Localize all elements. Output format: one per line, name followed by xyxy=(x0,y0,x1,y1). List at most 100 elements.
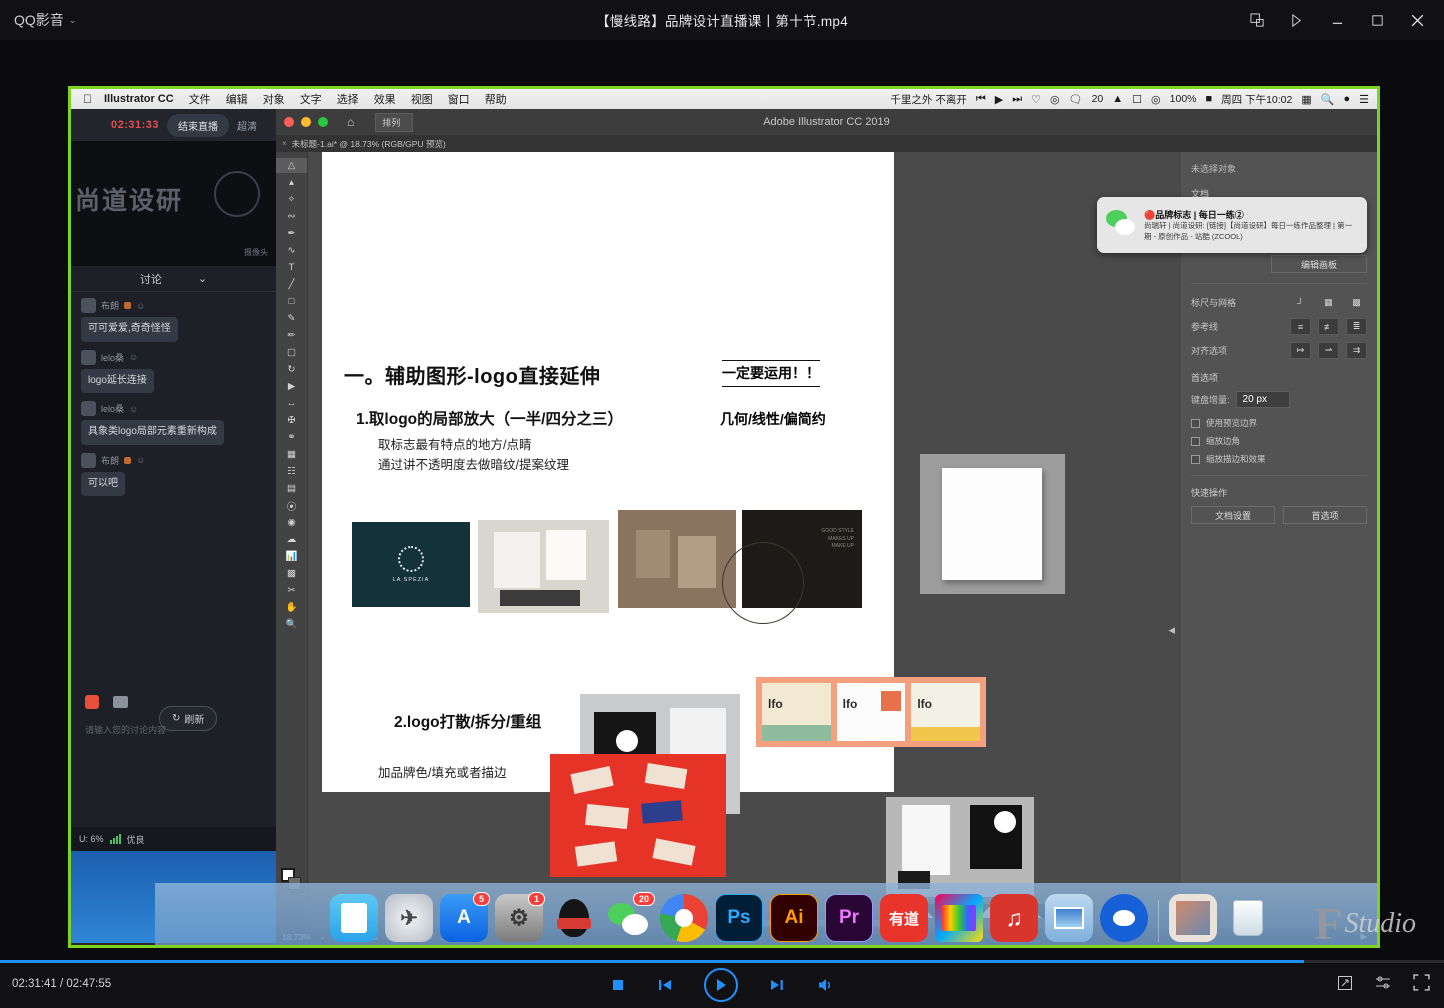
menu-object[interactable]: 对象 xyxy=(263,91,285,107)
media-previous-icon[interactable]: ⏮ xyxy=(976,93,986,106)
minimize-icon[interactable] xyxy=(1320,6,1354,34)
type-tool[interactable]: T xyxy=(276,260,307,275)
ruler-icon[interactable]: ┘ xyxy=(1290,294,1311,311)
blend-tool[interactable]: ◉ xyxy=(276,515,307,530)
menu-effect[interactable]: 效果 xyxy=(374,91,396,107)
dock-item-finder[interactable] xyxy=(330,894,378,942)
file-attach-icon[interactable] xyxy=(113,696,128,708)
paintbrush-tool[interactable]: ✎ xyxy=(276,311,307,326)
perspective-grid-tool[interactable]: ▦ xyxy=(276,447,307,462)
dock-item-recent-document[interactable] xyxy=(1169,894,1217,942)
menu-view[interactable]: 视图 xyxy=(411,91,433,107)
smart-guides-icon[interactable]: ≣ xyxy=(1346,318,1367,335)
rotate-tool[interactable]: ↻ xyxy=(276,362,307,377)
panel-collapse-arrow-icon[interactable]: ◂ xyxy=(1168,622,1175,638)
width-tool[interactable]: ↔ xyxy=(276,396,307,411)
dock-item-photoshop[interactable]: Ps xyxy=(715,894,763,942)
dock-item-chrome[interactable] xyxy=(660,894,708,942)
dock-item-netease-music[interactable]: ♫ xyxy=(990,894,1038,942)
dock-item-qq[interactable] xyxy=(550,894,598,942)
control-center-icon[interactable]: ☰ xyxy=(1359,93,1369,106)
close-icon[interactable] xyxy=(1400,6,1434,34)
grid-icon[interactable]: ▦ xyxy=(1318,294,1339,311)
menu-window[interactable]: 窗口 xyxy=(448,91,470,107)
shape-builder-tool[interactable]: ⚭ xyxy=(276,430,307,445)
column-graph-tool[interactable]: 📊 xyxy=(276,549,307,564)
mockup-bw-stationery[interactable] xyxy=(886,797,1034,897)
curvature-tool[interactable]: ∿ xyxy=(276,243,307,258)
document-setup-button[interactable]: 文档设置 xyxy=(1191,506,1275,524)
slice-tool[interactable]: ✂ xyxy=(276,583,307,598)
mockup-dark-pattern[interactable]: GOOD STYLEMAKES UPMAKE UP xyxy=(742,510,862,608)
selection-tool[interactable]: △ xyxy=(276,158,307,173)
lock-guides-icon[interactable]: ≢ xyxy=(1318,318,1339,335)
zoom-traffic-light-icon[interactable] xyxy=(318,117,328,127)
hand-tool[interactable]: ✋ xyxy=(276,600,307,615)
menu-app-name[interactable]: Illustrator CC xyxy=(104,93,174,105)
discussion-header[interactable]: 讨论 ⌄ xyxy=(71,266,276,292)
home-icon[interactable]: ⌂ xyxy=(347,115,354,129)
menu-file[interactable]: 文件 xyxy=(189,91,211,107)
zoom-tool[interactable]: 🔍 xyxy=(276,617,307,632)
dock-item-launchpad[interactable]: ✈ xyxy=(385,894,433,942)
input-source-icon[interactable]: ▲ xyxy=(1112,93,1123,105)
dock-item-youdao[interactable]: 有道 xyxy=(880,894,928,942)
snapshot-icon[interactable] xyxy=(1337,975,1353,991)
heart-icon[interactable]: ♡ xyxy=(1031,93,1041,106)
progress-bar[interactable] xyxy=(0,960,1444,963)
dock-item-illustrator[interactable]: Ai xyxy=(770,894,818,942)
rectangle-tool[interactable]: □ xyxy=(276,294,307,309)
dock-item-final-cut-pro[interactable] xyxy=(935,894,983,942)
magic-wand-tool[interactable]: ✧ xyxy=(276,192,307,207)
mockup-red-tickets[interactable] xyxy=(550,754,726,877)
dock-item-premiere[interactable]: Pr xyxy=(825,894,873,942)
maximize-icon[interactable] xyxy=(1360,6,1394,34)
siri-icon[interactable]: ● xyxy=(1343,93,1350,105)
quality-selector[interactable]: 超清 xyxy=(237,118,257,133)
edit-artboards-button[interactable]: 编辑画板 xyxy=(1271,255,1367,273)
circle-icon[interactable]: ◎ xyxy=(1050,93,1060,106)
previous-button[interactable] xyxy=(656,976,674,994)
transparency-grid-icon[interactable]: ▩ xyxy=(1346,294,1367,311)
menu-type[interactable]: 文字 xyxy=(300,91,322,107)
search-icon[interactable]: 🔍 xyxy=(1321,93,1335,106)
line-tool[interactable]: ╱ xyxy=(276,277,307,292)
display-icon[interactable]: ☐ xyxy=(1132,93,1142,106)
dock-item-duck-app[interactable] xyxy=(1100,894,1148,942)
dock-item-system-preferences[interactable]: ⚙ 1 xyxy=(495,894,543,942)
scale-tool[interactable]: ▶ xyxy=(276,379,307,394)
tools-panel[interactable]: △ ▴ ✧ ∾ ✒ ∿ T ╱ □ ✎ ✏ ▢ ↻ ▶ ↔ ✠ ⚭ ▦ ☷ ▤ xyxy=(276,152,308,928)
artboard-tool[interactable]: ▩ xyxy=(276,566,307,581)
free-transform-tool[interactable]: ✠ xyxy=(276,413,307,428)
close-icon[interactable]: × xyxy=(282,139,287,148)
play-button[interactable] xyxy=(704,968,738,1002)
apple-logo-icon[interactable]:  xyxy=(83,92,92,106)
emoji-icon[interactable]: ☺ xyxy=(129,352,138,362)
align-left-icon[interactable]: ↦ xyxy=(1290,342,1311,359)
dock-item-wechat[interactable]: 20 xyxy=(605,894,653,942)
mockup-logo-dark[interactable]: LA SPEZIA xyxy=(352,522,470,607)
stop-button[interactable] xyxy=(610,977,626,993)
close-traffic-light-icon[interactable] xyxy=(284,117,294,127)
pin-icon[interactable] xyxy=(1280,6,1314,34)
dock-item-preview[interactable] xyxy=(1045,894,1093,942)
chat-input[interactable]: 请输入您的讨论内容 xyxy=(85,723,166,736)
document-tab[interactable]: × 未标题-1.ai* @ 18.73% (RGB/GPU 预览) xyxy=(282,138,446,150)
emoji-picker-icon[interactable] xyxy=(85,695,99,709)
lasso-tool[interactable]: ∾ xyxy=(276,209,307,224)
menubar-datetime[interactable]: 周四 下午10:02 xyxy=(1221,92,1292,107)
preferences-button[interactable]: 首选项 xyxy=(1283,506,1367,524)
scale-corners-checkbox[interactable]: 缩放边角 xyxy=(1191,435,1367,447)
volume-button[interactable] xyxy=(816,976,834,994)
message-list[interactable]: 布朗 ☺ 可可爱爱,奇奇怪怪 lelo桑 ☺ logo延长连接 xyxy=(71,292,276,592)
mockup-stationery[interactable] xyxy=(478,520,609,613)
align-center-icon[interactable]: ⇀ xyxy=(1318,342,1339,359)
mockup-colorful-cards[interactable]: lfo lfo lfo xyxy=(756,677,986,747)
menu-edit[interactable]: 编辑 xyxy=(226,91,248,107)
emoji-icon[interactable]: ☺ xyxy=(129,404,138,414)
show-guides-icon[interactable]: ≡ xyxy=(1290,318,1311,335)
restore-icon[interactable] xyxy=(1240,6,1274,34)
emoji-icon[interactable]: ☺ xyxy=(136,455,145,465)
direct-selection-tool[interactable]: ▴ xyxy=(276,175,307,190)
chevron-down-icon[interactable]: ⌄ xyxy=(198,272,207,285)
